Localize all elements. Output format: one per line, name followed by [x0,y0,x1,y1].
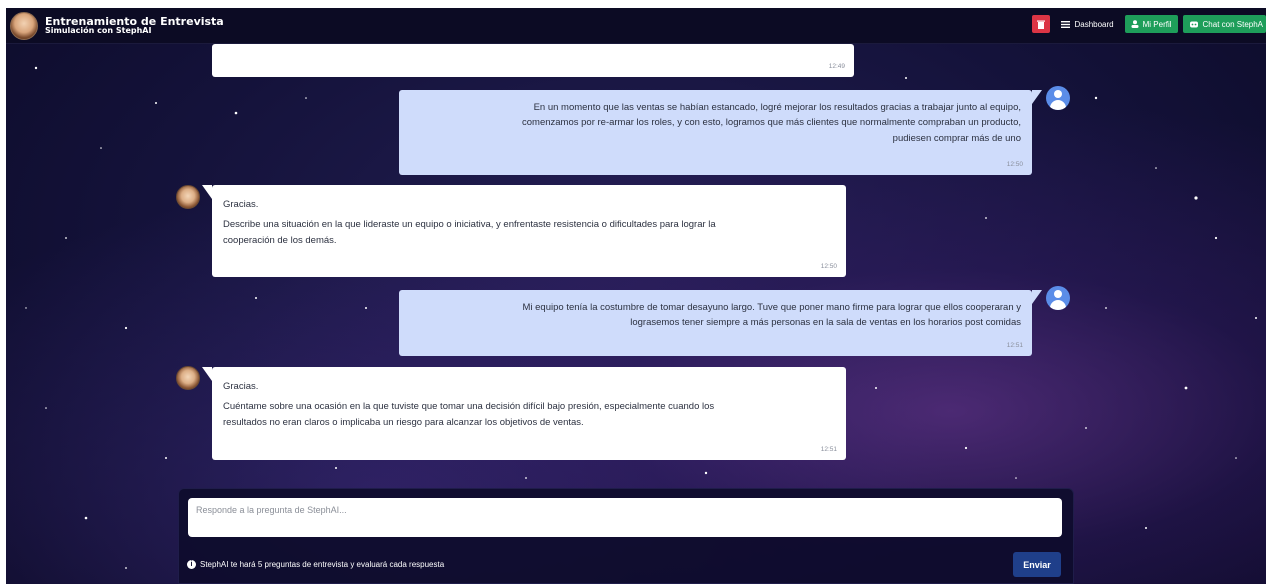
send-button[interactable]: Enviar [1013,552,1061,577]
message-line: Gracias. [223,381,259,392]
message-line: cooperación de los demás. [223,234,337,246]
delete-button[interactable] [1032,15,1051,33]
nav-bar: Dashboard Mi Perfil Chat con StephA [1032,15,1266,33]
robot-icon [1189,21,1198,28]
list-icon [1061,20,1071,28]
message-line: lograsemos tener siempre a más personas … [630,317,1021,329]
user-message: En un momento que las ventas se habían e… [399,90,1042,175]
user-message: Mi equipo tenía la costumbre de tomar de… [399,290,1042,356]
message-time: 12:50 [1006,161,1023,169]
message-line: Gracias. [223,199,259,210]
message-time: 12:49 [828,63,845,71]
trash-icon [1037,20,1046,29]
app-subtitle: Simulación con StephAI [45,26,152,36]
message-line: resultados no eran claros o implicaba un… [223,416,584,428]
message-time: 12:51 [820,446,837,454]
message-line: comenzamos por re-armar los roles, y con… [522,117,1021,129]
profile-button[interactable]: Mi Perfil [1124,15,1178,33]
hint: i StephAI te hará 5 preguntas de entrevi… [187,560,444,569]
message-line: Describe una situación en la que lideras… [223,219,716,231]
info-icon: i [187,560,196,569]
composer: i StephAI te hará 5 preguntas de entrevi… [178,488,1074,584]
bot-message: Gracias. Cuéntame sobre una ocasión en l… [202,367,846,460]
bot-message: Gracias. Describe una situación en la qu… [202,185,846,277]
answer-input[interactable] [188,498,1062,537]
bot-message: 12:49 [212,44,854,77]
hint-text: StephAI te hará 5 preguntas de entrevist… [200,560,445,569]
profile-label: Mi Perfil [1142,19,1172,29]
top-bar: Entrenamiento de Entrevista Simulación c… [6,8,1266,44]
title-block: Entrenamiento de Entrevista Simulación c… [45,15,224,36]
chat-button[interactable]: Chat con StephA [1182,15,1266,33]
dashboard-label: Dashboard [1074,19,1114,29]
message-line: Mi equipo tenía la costumbre de tomar de… [522,302,1021,313]
bot-avatar-icon [176,185,200,209]
user-avatar-icon [1046,286,1070,310]
message-time: 12:51 [1006,342,1023,350]
user-avatar-icon [1046,86,1070,110]
chat-label: Chat con StephA [1202,19,1263,29]
stephai-avatar [10,11,38,40]
app-window: Entrenamiento de Entrevista Simulación c… [6,8,1266,584]
dashboard-button[interactable]: Dashboard [1055,15,1119,33]
message-time: 12:50 [820,263,837,271]
user-icon [1131,20,1139,28]
message-line: Cuéntame sobre una ocasión en la que tuv… [223,401,715,413]
message-line: pudiesen comprar más de uno [892,132,1021,144]
message-line: En un momento que las ventas se habían e… [533,102,1021,113]
bot-avatar-icon [176,366,200,390]
